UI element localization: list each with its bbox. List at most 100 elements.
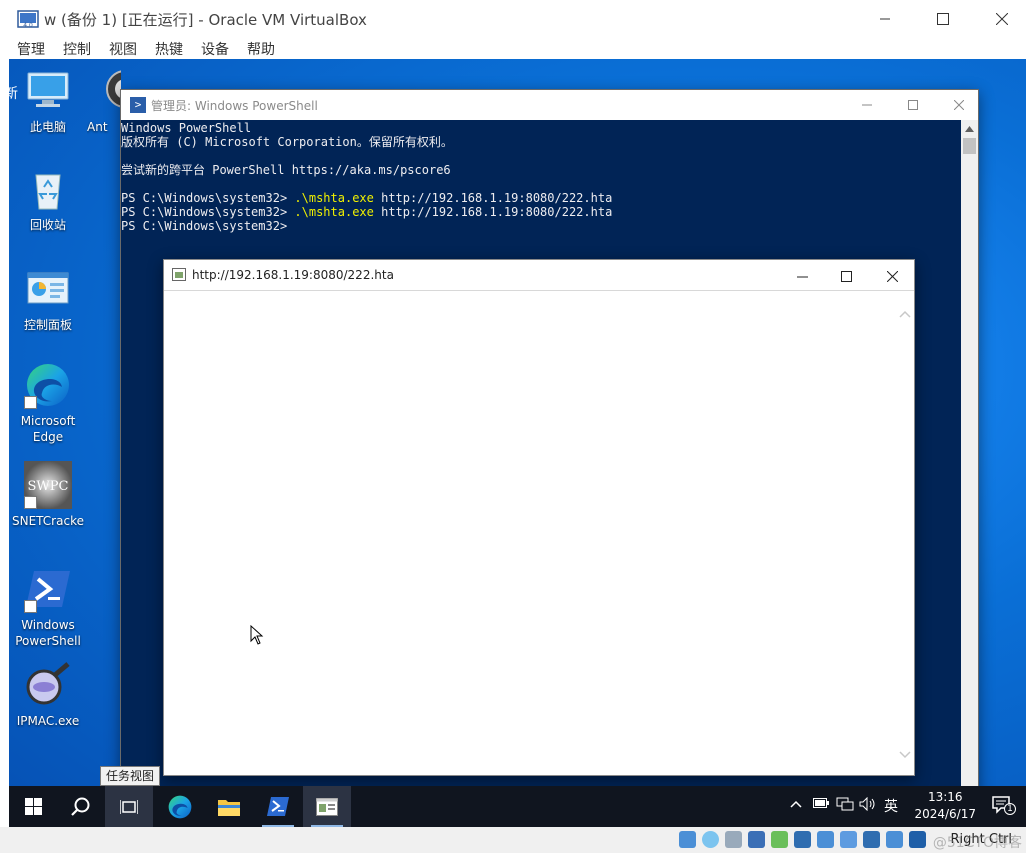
computer-icon	[24, 67, 72, 115]
svg-text:SWPC: SWPC	[28, 479, 69, 494]
menu-devices[interactable]: 设备	[201, 39, 229, 59]
desktop-icon-control-panel[interactable]: 控制面板	[9, 265, 87, 333]
watermark-text: @51CTO博客	[932, 835, 1022, 851]
show-hidden-icons-chevron-icon[interactable]	[790, 797, 802, 812]
audio-status-icon[interactable]	[725, 831, 742, 848]
taskbar-file-explorer-button[interactable]	[205, 786, 253, 827]
powershell-title-bar[interactable]: > 管理员: Windows PowerShell	[121, 90, 978, 120]
network-icon[interactable]	[836, 797, 854, 815]
console-prompt: PS C:\Windows\system32>	[121, 205, 295, 219]
desktop-icon-snetcracker[interactable]: SWPC SNETCracke	[9, 461, 87, 529]
minimize-button[interactable]	[870, 6, 900, 32]
target-icon	[101, 67, 121, 115]
console-command-line: PS C:\Windows\system32> .\mshta.exe http…	[121, 205, 612, 219]
desktop-icon-this-pc[interactable]: 此电脑	[9, 67, 87, 135]
desktop-icon-label: Ant	[87, 120, 108, 134]
maximize-button[interactable]	[928, 6, 958, 32]
hta-window-icon	[316, 797, 338, 816]
start-button[interactable]	[9, 786, 57, 827]
task-view-tooltip: 任务视图	[100, 766, 161, 786]
shortcut-arrow-icon	[24, 396, 37, 409]
hta-scroll-down-arrow-icon[interactable]	[898, 747, 912, 761]
menu-view[interactable]: 视图	[109, 39, 137, 59]
console-command-arg: http://192.168.1.19:8080/222.hta	[373, 191, 613, 205]
scroll-up-arrow-icon[interactable]	[961, 120, 978, 137]
taskbar-edge-button[interactable]	[156, 786, 204, 827]
hard-disk-status-icon[interactable]	[679, 831, 696, 848]
console-line: Windows PowerShell	[121, 121, 252, 135]
notification-count-badge: 1	[1004, 803, 1016, 815]
network-status-icon[interactable]	[748, 831, 765, 848]
task-view-button[interactable]	[105, 786, 153, 827]
magnifier-icon	[24, 661, 72, 709]
desktop-icon-label: Windows PowerShell	[15, 618, 81, 648]
taskbar-powershell-button[interactable]	[254, 786, 302, 827]
snetcracker-icon: SWPC	[24, 461, 72, 509]
mouse-integration-status-icon[interactable]	[886, 831, 903, 848]
hta-maximize-button[interactable]	[824, 263, 868, 289]
hta-scroll-up-arrow-icon[interactable]	[898, 306, 912, 320]
menu-control[interactable]: 控制	[63, 39, 91, 59]
powershell-icon: >	[130, 97, 146, 113]
virtualbox-status-bar: Right Ctrl @51CTO博客	[0, 827, 1026, 853]
shortcut-arrow-icon	[24, 600, 37, 613]
powershell-window-title: 管理员: Windows PowerShell	[151, 99, 318, 113]
taskbar: 英 13:16 2024/6/17 1	[9, 786, 1026, 827]
svg-text:4.0: 4.0	[23, 22, 33, 29]
hta-title-bar[interactable]: http://192.168.1.19:8080/222.hta	[164, 260, 914, 291]
optical-drive-status-icon[interactable]	[702, 831, 719, 848]
battery-icon[interactable]	[813, 797, 829, 812]
taskbar-hta-button[interactable]	[303, 786, 351, 827]
powershell-icon	[24, 565, 72, 613]
window-title: w (备份 1) [正在运行] - Oracle VM VirtualBox	[44, 11, 367, 29]
menu-hotkeys[interactable]: 热键	[155, 39, 183, 59]
desktop-icon-ipmac[interactable]: IPMAC.exe	[9, 661, 87, 729]
console-line: PS C:\Windows\system32>	[121, 219, 288, 233]
console-line: 尝试新的跨平台 PowerShell https://aka.ms/pscore…	[121, 163, 451, 177]
powershell-maximize-button[interactable]	[893, 92, 933, 118]
cpu-status-icon[interactable]	[863, 831, 880, 848]
desktop-icon-label: IPMAC.exe	[16, 714, 80, 728]
mouse-cursor-icon	[250, 624, 264, 645]
shared-folders-status-icon[interactable]	[794, 831, 811, 848]
desktop-icon-label: Microsoft Edge	[20, 414, 76, 444]
shortcut-arrow-icon	[24, 496, 37, 509]
console-command-line: PS C:\Windows\system32> .\mshta.exe http…	[121, 191, 612, 205]
console-prompt: PS C:\Windows\system32>	[121, 191, 295, 205]
powershell-icon	[267, 796, 289, 816]
desktop-icon-label: 控制面板	[23, 318, 72, 332]
notification-center-button[interactable]: 1	[992, 795, 1016, 819]
edge-icon	[24, 361, 72, 409]
display-status-icon[interactable]	[817, 831, 834, 848]
search-button[interactable]	[57, 786, 105, 827]
usb-status-icon[interactable]	[771, 831, 788, 848]
ime-indicator[interactable]: 英	[884, 796, 898, 816]
console-command-exe: .\mshta.exe	[294, 191, 374, 205]
menu-help[interactable]: 帮助	[247, 39, 275, 59]
scrollbar-thumb[interactable]	[963, 138, 976, 154]
guest-desktop: 新 此电脑 回收站 控制面板 Microsoft Edge SWPC SNETC…	[9, 59, 1026, 827]
volume-icon[interactable]	[859, 796, 877, 815]
keyboard-capture-status-icon[interactable]	[909, 831, 926, 848]
powershell-scrollbar[interactable]	[961, 120, 978, 827]
powershell-minimize-button[interactable]	[847, 92, 887, 118]
desktop-icon-ants[interactable]: Ant	[87, 67, 121, 135]
recording-status-icon[interactable]	[840, 831, 857, 848]
clock-date: 2024/6/17	[914, 807, 976, 821]
hta-window[interactable]: http://192.168.1.19:8080/222.hta	[163, 259, 915, 776]
console-line: 版权所有 (C) Microsoft Corporation。保留所有权利。	[121, 135, 453, 149]
powershell-close-button[interactable]	[939, 92, 979, 118]
desktop-icon-windows-powershell[interactable]: Windows PowerShell	[9, 565, 87, 649]
console-command-exe: .\mshta.exe	[294, 205, 374, 219]
desktop-icon-recycle-bin[interactable]: 回收站	[9, 165, 87, 233]
desktop-icon-label: 此电脑	[29, 120, 66, 134]
hta-minimize-button[interactable]	[780, 263, 824, 289]
edge-icon	[168, 795, 192, 818]
hta-close-button[interactable]	[870, 263, 914, 289]
recycle-bin-icon	[24, 165, 72, 213]
taskbar-clock[interactable]: 13:16 2024/6/17	[914, 789, 976, 823]
close-button[interactable]	[987, 6, 1017, 32]
menu-manage[interactable]: 管理	[17, 39, 45, 59]
virtualbox-title-bar: 4.0 w (备份 1) [正在运行] - Oracle VM VirtualB…	[0, 0, 1026, 37]
desktop-icon-microsoft-edge[interactable]: Microsoft Edge	[9, 361, 87, 445]
